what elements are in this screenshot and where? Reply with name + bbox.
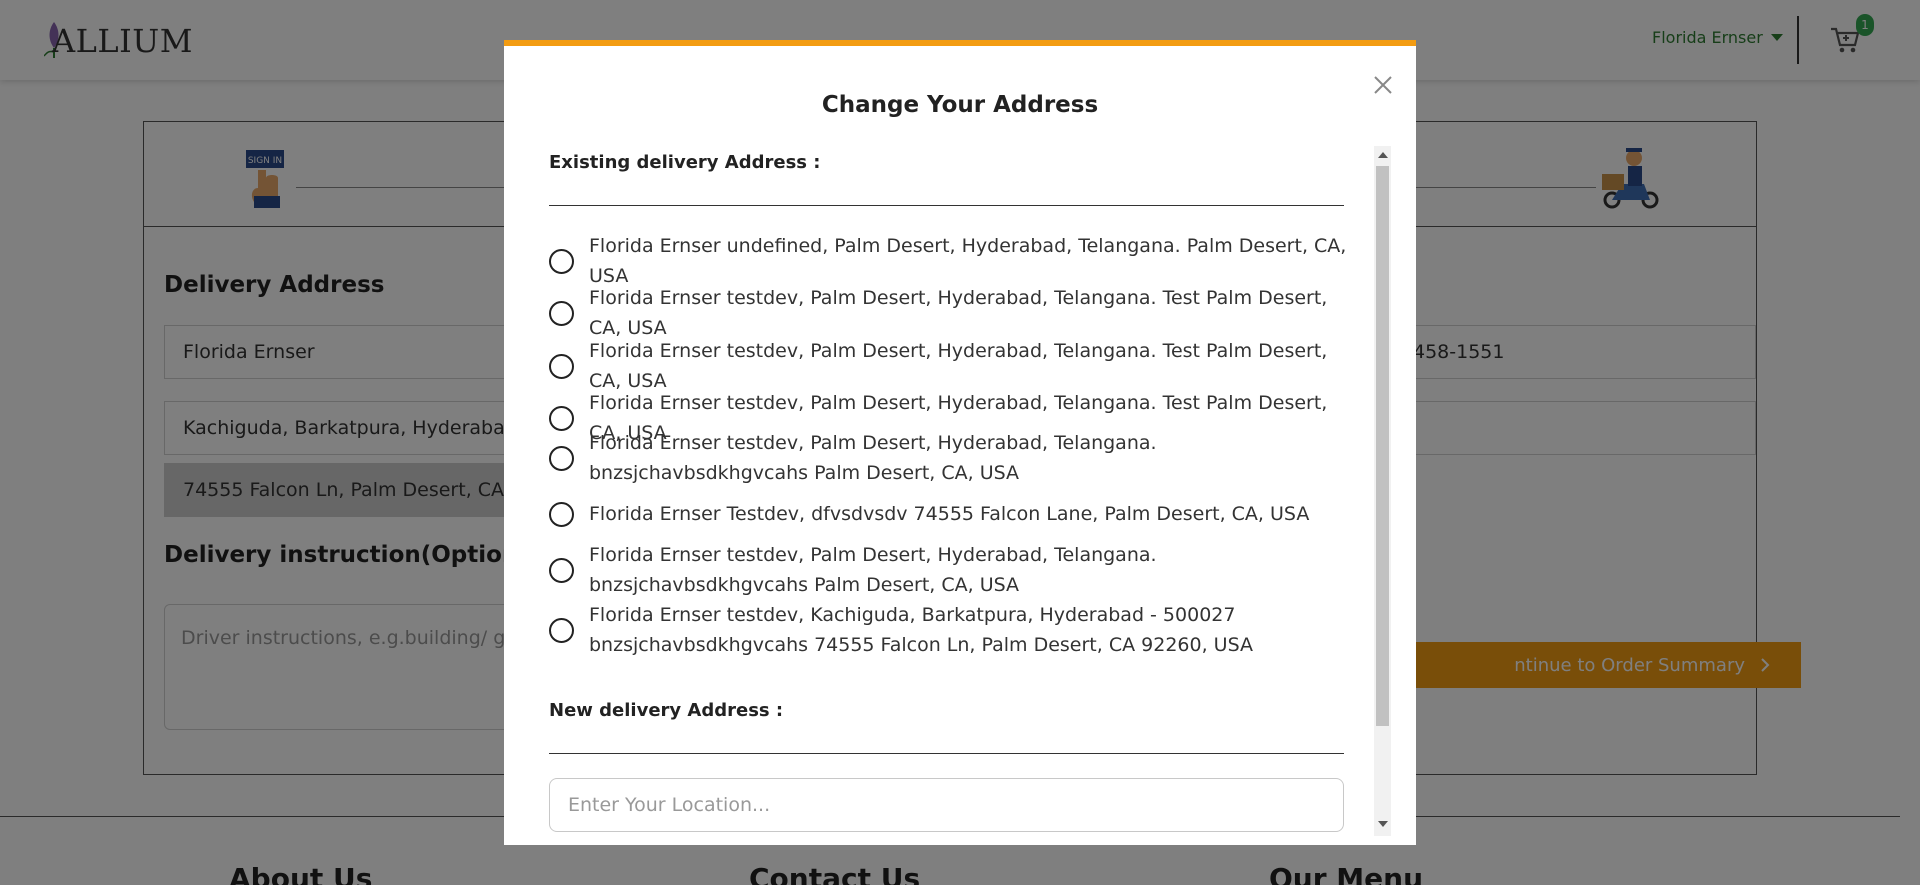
address-option[interactable]: Florida Ernser testdev, Kachiguda, Barka…	[549, 600, 1289, 660]
modal-title: Change Your Address	[821, 92, 1099, 118]
close-icon[interactable]	[1368, 70, 1398, 100]
change-address-modal: Change Your Address Existing delivery Ad…	[504, 40, 1416, 845]
scroll-thumb[interactable]	[1376, 166, 1389, 726]
address-text: Florida Ernser testdev, Kachiguda, Barka…	[589, 604, 1253, 656]
scroll-down-icon[interactable]	[1378, 821, 1388, 827]
address-option[interactable]: Florida Ernser testdev, Palm Desert, Hyd…	[549, 283, 1349, 343]
address-text: Florida Ernser undefined, Palm Desert, H…	[589, 235, 1347, 287]
address-text: Florida Ernser testdev, Palm Desert, Hyd…	[589, 340, 1328, 392]
address-option[interactable]: Florida Ernser Testdev, dfvsdvsdv 74555 …	[549, 499, 1349, 529]
address-option[interactable]: Florida Ernser testdev, Palm Desert, Hyd…	[549, 540, 1319, 600]
radio-button[interactable]	[549, 248, 574, 274]
location-search-input[interactable]	[549, 778, 1344, 832]
radio-button[interactable]	[549, 405, 574, 431]
address-text: Florida Ernser Testdev, dfvsdvsdv 74555 …	[589, 503, 1310, 525]
radio-button[interactable]	[549, 353, 574, 379]
address-option[interactable]: Florida Ernser testdev, Palm Desert, Hyd…	[549, 336, 1349, 396]
address-text: Florida Ernser testdev, Palm Desert, Hyd…	[589, 544, 1157, 596]
radio-button[interactable]	[549, 557, 574, 583]
address-option[interactable]: Florida Ernser testdev, Palm Desert, Hyd…	[549, 428, 1319, 488]
address-text: Florida Ernser testdev, Palm Desert, Hyd…	[589, 432, 1157, 484]
modal-scrollbar[interactable]	[1374, 146, 1391, 836]
modal-scroll-area: Existing delivery Address : Florida Erns…	[549, 144, 1349, 834]
radio-button[interactable]	[549, 300, 574, 326]
existing-heading-rule	[549, 205, 1344, 206]
existing-address-heading: Existing delivery Address :	[549, 152, 821, 173]
address-option[interactable]: Florida Ernser undefined, Palm Desert, H…	[549, 231, 1349, 291]
radio-button[interactable]	[549, 617, 574, 643]
scroll-up-icon[interactable]	[1378, 152, 1388, 158]
new-address-heading: New delivery Address :	[549, 700, 784, 721]
radio-button[interactable]	[549, 501, 574, 527]
address-text: Florida Ernser testdev, Palm Desert, Hyd…	[589, 287, 1328, 339]
new-heading-rule	[549, 753, 1344, 754]
radio-button[interactable]	[549, 445, 574, 471]
